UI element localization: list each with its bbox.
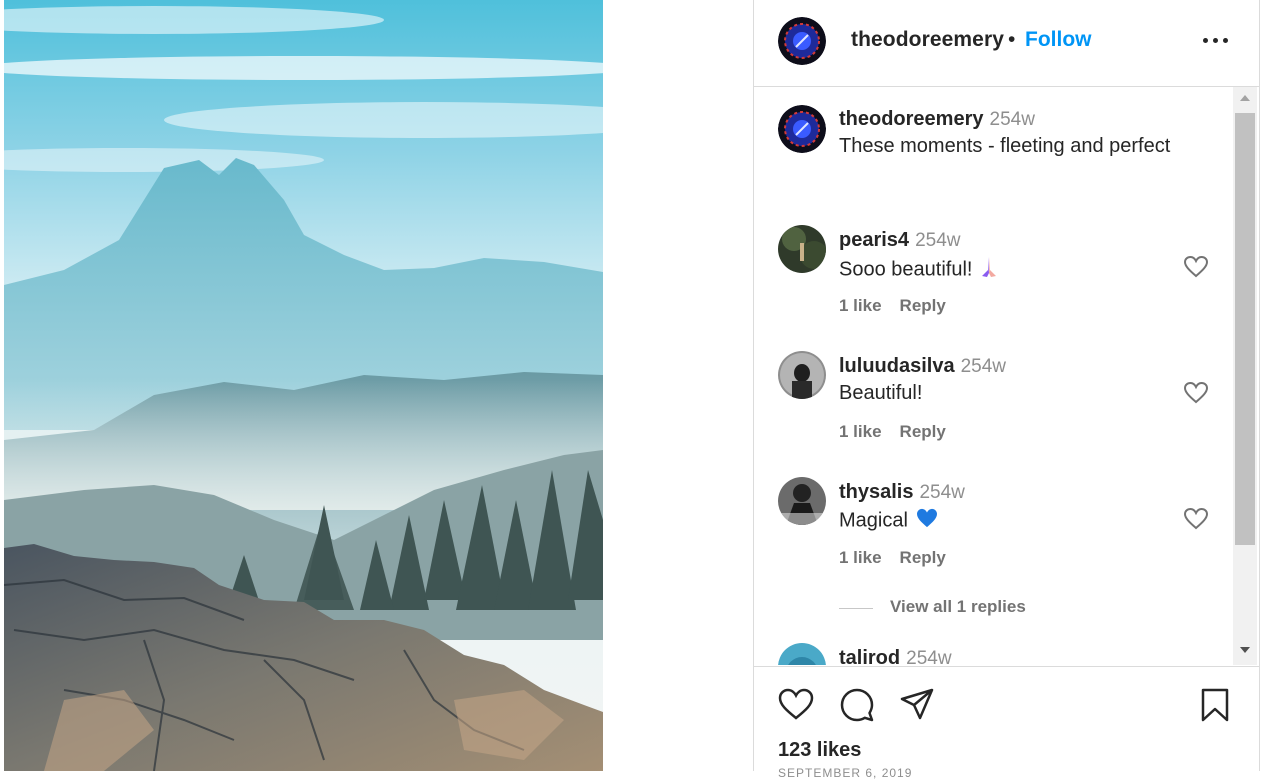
comment-meta: 1 like Reply [839, 422, 964, 442]
comment-time: 254w [906, 648, 952, 665]
post-actions: 123 likes SEPTEMBER 6, 2019 [754, 666, 1259, 780]
comment-username: pearis4 254w [839, 229, 960, 252]
comment-text-content: Sooo beautiful! [839, 258, 973, 281]
follow-button[interactable]: Follow [1025, 28, 1092, 52]
send-icon[interactable] [899, 687, 935, 723]
comment-icon[interactable] [839, 687, 875, 723]
post-header: theodoreemery • Follow [754, 0, 1259, 87]
heart-icon[interactable] [1183, 381, 1209, 404]
heart-icon[interactable] [778, 687, 814, 723]
folded-hands-icon [980, 256, 998, 284]
comment-text: Beautiful! [839, 382, 922, 405]
author-avatar[interactable] [778, 17, 826, 65]
caption-time: 254w [989, 109, 1035, 130]
comment-avatar[interactable] [778, 225, 826, 273]
post-details-panel: theodoreemery • Follow theodoreemery 254w [753, 0, 1260, 780]
comment-user-link[interactable]: pearis4 [839, 229, 909, 251]
comment-user-link[interactable]: thysalis [839, 481, 913, 503]
caption-text: These moments - fleeting and perfect [839, 135, 1171, 157]
view-replies[interactable]: View all 1 replies [839, 597, 1139, 619]
caption-username: theodoreemery 254w [839, 108, 1035, 131]
heart-icon[interactable] [1183, 507, 1209, 530]
comment-meta: 1 like Reply [839, 548, 964, 568]
comment-text-content: Beautiful! [839, 382, 923, 404]
scrollbar-thumb[interactable] [1235, 113, 1255, 545]
comment-text: Magical [839, 508, 938, 534]
blue-heart-icon [916, 508, 938, 534]
comment-username: thysalis 254w [839, 481, 965, 504]
comments-list[interactable]: theodoreemery 254w These moments - fleeti… [754, 87, 1232, 665]
comment-avatar[interactable] [778, 477, 826, 525]
bookmark-icon[interactable] [1197, 687, 1233, 723]
reply-button[interactable]: Reply [900, 422, 946, 441]
comment-avatar[interactable] [778, 643, 826, 665]
comment-time: 254w [919, 482, 965, 503]
comment-text: Sooo beautiful! [839, 256, 998, 284]
author-username[interactable]: theodoreemery [851, 28, 1004, 52]
comment-likes[interactable]: 1 like [839, 548, 882, 567]
more-horizontal-icon[interactable] [1201, 30, 1231, 50]
reply-button[interactable]: Reply [900, 296, 946, 315]
comment-avatar[interactable] [778, 351, 826, 399]
caption-avatar[interactable] [778, 105, 826, 153]
post-image [4, 0, 603, 771]
scroll-down-arrow-icon[interactable] [1240, 647, 1250, 653]
landscape-photo [4, 0, 603, 771]
caption-user-link[interactable]: theodoreemery [839, 108, 984, 130]
comment-username: luluudasilva 254w [839, 355, 1006, 378]
heart-icon[interactable] [1183, 255, 1209, 278]
post-date: SEPTEMBER 6, 2019 [778, 766, 913, 780]
comment-text-content: Magical [839, 509, 908, 532]
comment-likes[interactable]: 1 like [839, 296, 882, 315]
reply-button[interactable]: Reply [900, 548, 946, 567]
comment-time: 254w [960, 356, 1007, 377]
comments-scrollbar[interactable] [1233, 87, 1257, 665]
view-replies-button[interactable]: View all 1 replies [890, 597, 1026, 617]
scroll-up-arrow-icon[interactable] [1240, 95, 1250, 101]
comment-likes[interactable]: 1 like [839, 422, 882, 441]
comment-meta: 1 like Reply [839, 296, 964, 316]
likes-count[interactable]: 123 likes [778, 739, 861, 762]
comment-username: talirod 254w [839, 647, 952, 665]
comment-user-link[interactable]: luluudasilva [839, 355, 955, 377]
replies-divider [839, 608, 873, 609]
comment-time: 254w [915, 230, 961, 251]
separator-dot: • [1008, 28, 1016, 51]
comment-user-link[interactable]: talirod [839, 647, 900, 665]
